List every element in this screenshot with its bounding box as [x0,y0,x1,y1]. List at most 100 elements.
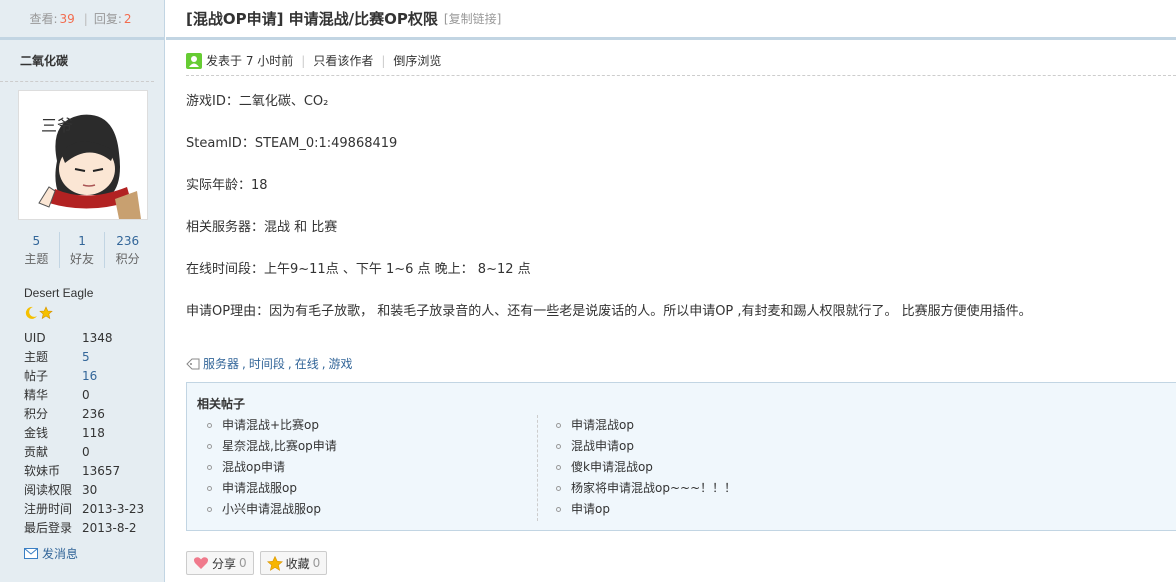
info-key: 贡献 [24,445,49,459]
info-key: 金钱 [24,426,49,440]
posted-time: 发表于 7 小时前 [206,54,294,68]
info-key: 帖子 [24,369,49,383]
content-line: 实际年龄：18 [186,178,268,193]
info-value: 30 [82,483,98,497]
stats-divider: | [83,11,88,26]
related-link[interactable]: 杨家将申请混战op~~~！！！ [571,478,736,499]
bullet-icon [207,423,212,428]
info-value: 1348 [82,331,113,345]
count-label: 好友 [70,252,95,266]
content-line: SteamID：STEAM_0:1:49868419 [186,136,398,151]
avatar[interactable]: 三爷 [18,90,148,220]
meta-divider-line [186,75,1176,76]
related-column-right: 申请混战op 混战申请op 傻k申请混战op 杨家将申请混战op~~~！！！ 申… [537,415,736,521]
post-actions: 分享 0 收藏 0 [186,551,328,575]
count-topics[interactable]: 5 主题 [14,232,59,268]
user-info-list: UID 1348 主题 5 帖子 16 精华 0 积分 236 金钱 118 贡献 0 软妹币… [24,329,160,538]
related-link[interactable]: 申请混战op [571,415,634,436]
info-key: 注册时间 [24,502,73,516]
bullet-icon [556,507,561,512]
count-friends[interactable]: 1 好友 [58,232,105,268]
info-value: 0 [82,388,90,402]
related-item[interactable]: 混战申请op [538,436,736,457]
tag-separator: , [321,356,326,371]
views-label: 查看: [29,12,58,26]
favorite-button[interactable]: 收藏 0 [259,551,328,575]
related-link[interactable]: 混战申请op [571,436,634,457]
send-message-label: 发消息 [42,547,79,561]
info-key: 阅读权限 [24,483,73,497]
related-item[interactable]: 申请混战+比赛op [207,415,337,436]
info-value-link[interactable]: 5 [82,348,90,367]
count-value: 236 [116,234,140,248]
bullet-icon [556,444,561,449]
info-value: 13657 [82,464,121,478]
post-main: [混战OP申请] 申请混战/比赛OP权限 [复制链接] 发表于 7 小时前 | … [166,0,1176,582]
related-link[interactable]: 星奈混战,比赛op申请 [222,436,337,457]
bullet-icon [207,444,212,449]
info-row: UID 1348 [24,329,160,348]
related-item[interactable]: 申请混战服op [207,478,337,499]
post-tags: 服务器, 时间段, 在线, 游戏 [186,355,353,372]
related-posts: 相关帖子 申请混战+比赛op 星奈混战,比赛op申请 混战op申请 申请混战服o… [186,382,1176,531]
related-item[interactable]: 星奈混战,比赛op申请 [207,436,337,457]
replies-label: 回复: [93,12,122,26]
bullet-icon [207,486,212,491]
info-row: 积分 236 [24,405,160,424]
author-name[interactable]: 二氧化碳 [0,40,154,82]
author-sidebar: 查看: 39 | 回复: 2 二氧化碳 三爷 5 主题 1 好友 236 积分 … [0,0,165,582]
bullet-icon [556,486,561,491]
related-item[interactable]: 申请混战op [538,415,736,436]
related-item[interactable]: 混战op申请 [207,457,337,478]
favorite-label: 收藏 [285,556,310,571]
info-row: 最后登录 2013-8-2 [24,519,160,538]
related-posts-title: 相关帖子 [197,397,246,411]
thread-title: [混战OP申请] 申请混战/比赛OP权限 [186,10,438,28]
related-link[interactable]: 申请op [571,499,610,520]
user-group[interactable]: Desert Eagle [24,286,93,300]
related-item[interactable]: 申请op [538,499,736,520]
info-value: 236 [82,407,105,421]
info-key: 精华 [24,388,49,402]
info-key: 积分 [24,407,49,421]
only-author-link[interactable]: 只看该作者 [313,52,373,69]
heart-icon [193,557,209,569]
copy-link-button[interactable]: [复制链接] [444,10,501,27]
content-line: 相关服务器：混战 和 比赛 [186,220,338,235]
send-message-link[interactable]: 发消息 [24,545,78,562]
tag-link[interactable]: 时间段 [249,355,285,372]
related-link[interactable]: 申请混战+比赛op [222,415,319,436]
related-item[interactable]: 小兴申请混战服op [207,499,337,520]
post-content: 游戏ID：二氧化碳、CO₂ SteamID：STEAM_0:1:49868419… [186,93,1032,345]
share-label: 分享 [212,556,237,571]
related-item[interactable]: 杨家将申请混战op~~~！！！ [538,478,736,499]
thread-stats: 查看: 39 | 回复: 2 [0,0,164,40]
star-icon [266,555,283,571]
related-link[interactable]: 申请混战服op [222,478,297,499]
info-value: 0 [82,445,90,459]
content-line: 游戏ID：二氧化碳、CO₂ [186,94,329,109]
avatar-image: 三爷 [19,91,147,219]
info-key: 软妹币 [24,464,61,478]
tag-link[interactable]: 服务器 [203,355,239,372]
moon-icon [25,306,37,319]
related-column-left: 申请混战+比赛op 星奈混战,比赛op申请 混战op申请 申请混战服op 小兴申… [207,415,337,520]
share-count: 0 [239,556,247,570]
thread-header: [混战OP申请] 申请混战/比赛OP权限 [复制链接] [166,0,1176,40]
count-points[interactable]: 236 积分 [104,232,150,268]
star-icon [39,306,53,320]
tag-separator: , [287,356,292,371]
share-button[interactable]: 分享 0 [186,551,254,575]
info-value: 118 [82,426,105,440]
info-value-link[interactable]: 16 [82,367,97,386]
online-user-icon [186,52,202,69]
count-value: 5 [32,234,41,248]
reverse-order-link[interactable]: 倒序浏览 [393,52,441,69]
meta-divider: | [381,53,386,68]
related-link[interactable]: 傻k申请混战op [571,457,653,478]
tag-link[interactable]: 在线 [295,355,319,372]
tag-link[interactable]: 游戏 [329,355,353,372]
related-link[interactable]: 小兴申请混战服op [222,499,321,520]
related-item[interactable]: 傻k申请混战op [538,457,736,478]
related-link[interactable]: 混战op申请 [222,457,285,478]
